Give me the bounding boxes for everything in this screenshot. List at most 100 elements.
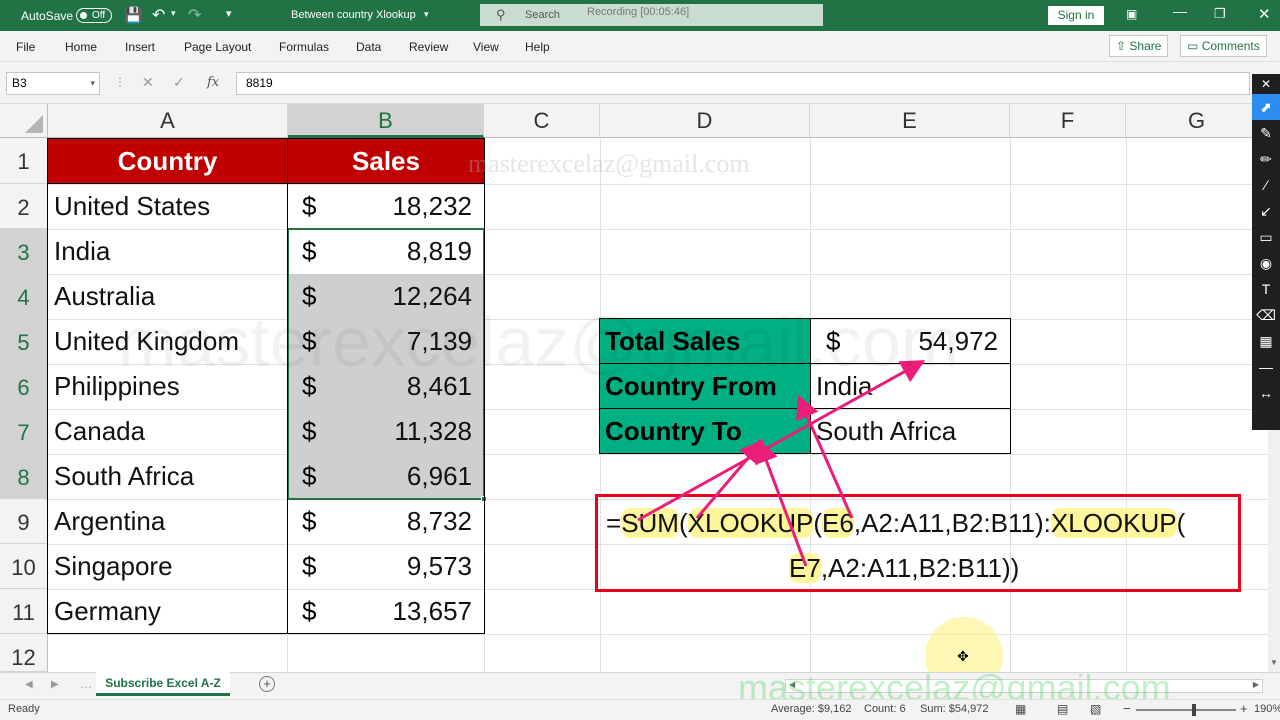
move-toolbar-icon[interactable]: ↔ bbox=[1252, 380, 1280, 406]
share-button[interactable]: ⇧ Share bbox=[1109, 35, 1169, 57]
sales-cell[interactable]: 18,232 bbox=[330, 184, 472, 229]
row-header-1[interactable]: 1 bbox=[0, 138, 48, 184]
row-header-10[interactable]: 10 bbox=[0, 544, 48, 589]
select-all-corner[interactable] bbox=[0, 104, 48, 138]
column-header-b[interactable]: B bbox=[288, 104, 484, 138]
toolbar-close-icon[interactable]: ✕ bbox=[1252, 74, 1280, 94]
row-header-3[interactable]: 3 bbox=[0, 229, 48, 274]
sales-cell[interactable]: 9,573 bbox=[330, 544, 472, 589]
country-cell[interactable]: India bbox=[54, 229, 110, 274]
pen-icon[interactable]: ✎ bbox=[1252, 120, 1280, 146]
search-box[interactable]: ⚲ Search Recording [00:05:46] bbox=[480, 4, 823, 26]
tab-data[interactable]: Data bbox=[356, 40, 381, 54]
autosave-toggle[interactable]: Off bbox=[76, 8, 112, 23]
status-average[interactable]: Average: $9,162 bbox=[771, 703, 852, 715]
highlighter-icon[interactable]: ✏ bbox=[1252, 146, 1280, 172]
column-header-d[interactable]: D bbox=[600, 104, 810, 138]
palette-icon[interactable]: ◉ bbox=[1252, 250, 1280, 276]
checker-icon[interactable]: ▦ bbox=[1252, 328, 1280, 354]
sales-cell[interactable]: 13,657 bbox=[330, 589, 472, 634]
column-header-c[interactable]: C bbox=[484, 104, 600, 138]
title-dropdown-icon[interactable]: ▾ bbox=[424, 9, 429, 20]
sheet-tab-active[interactable]: Subscribe Excel A-Z bbox=[96, 672, 230, 696]
sales-cell[interactable]: 8,732 bbox=[330, 499, 472, 544]
row-header-2[interactable]: 2 bbox=[0, 184, 48, 229]
name-box[interactable]: B3 ▾ bbox=[6, 72, 100, 95]
tab-home[interactable]: Home bbox=[65, 40, 97, 54]
sign-in-button[interactable]: Sign in bbox=[1048, 6, 1104, 25]
sheet-prev-icon[interactable]: ◀ bbox=[25, 679, 33, 690]
tab-review[interactable]: Review bbox=[409, 40, 448, 54]
country-cell[interactable]: Singapore bbox=[54, 544, 173, 589]
normal-view-icon[interactable]: ▦ bbox=[1015, 702, 1026, 716]
arrow-tool-icon[interactable]: ↙ bbox=[1252, 198, 1280, 224]
ribbon-display-icon[interactable]: ▣ bbox=[1126, 7, 1137, 21]
row-header-7[interactable]: 7 bbox=[0, 409, 48, 454]
scroll-right-icon[interactable]: ▶ bbox=[1253, 680, 1259, 689]
country-cell[interactable]: Canada bbox=[54, 409, 145, 454]
status-count[interactable]: Count: 6 bbox=[864, 703, 906, 715]
header-country[interactable]: Country bbox=[47, 138, 288, 184]
redo-icon[interactable]: ↷ bbox=[188, 5, 201, 25]
tab-page-layout[interactable]: Page Layout bbox=[184, 40, 251, 54]
restore-icon[interactable]: ❐ bbox=[1214, 6, 1226, 22]
sales-cell[interactable]: 6,961 bbox=[330, 454, 472, 499]
country-to-value[interactable]: South Africa bbox=[816, 409, 956, 454]
scroll-down-icon[interactable]: ▼ bbox=[1270, 658, 1278, 667]
customize-toolbar-icon[interactable]: ▾ bbox=[226, 7, 232, 20]
status-sum[interactable]: Sum: $54,972 bbox=[920, 703, 989, 715]
country-cell[interactable]: United States bbox=[54, 184, 210, 229]
country-cell[interactable]: Germany bbox=[54, 589, 161, 634]
page-layout-view-icon[interactable]: ▤ bbox=[1057, 702, 1068, 716]
column-header-f[interactable]: F bbox=[1010, 104, 1126, 138]
tab-insert[interactable]: Insert bbox=[125, 40, 155, 54]
undo-dropdown-icon[interactable]: ▾ bbox=[171, 8, 176, 19]
country-cell[interactable]: South Africa bbox=[54, 454, 194, 499]
row-header-12[interactable]: 12 bbox=[0, 634, 48, 672]
row-header-11[interactable]: 11 bbox=[0, 589, 48, 634]
close-icon[interactable]: ✕ bbox=[1258, 5, 1271, 23]
undo-icon[interactable]: ↶ bbox=[152, 5, 165, 25]
zoom-in-icon[interactable]: + bbox=[1240, 701, 1248, 716]
formula-input[interactable]: 8819 bbox=[236, 72, 1250, 95]
eraser-icon[interactable]: ⌫ bbox=[1252, 302, 1280, 328]
country-to-label[interactable]: Country To bbox=[599, 408, 811, 454]
save-icon[interactable]: 💾 bbox=[124, 6, 143, 24]
zoom-out-icon[interactable]: − bbox=[1123, 701, 1131, 716]
header-sales[interactable]: Sales bbox=[287, 138, 485, 184]
comments-button[interactable]: ▭ Comments bbox=[1180, 35, 1267, 57]
column-header-a[interactable]: A bbox=[48, 104, 288, 138]
tab-formulas[interactable]: Formulas bbox=[279, 40, 329, 54]
sheet-next-icon[interactable]: ▶ bbox=[51, 679, 59, 690]
cancel-icon[interactable]: ✕ bbox=[142, 74, 154, 91]
row-header-6[interactable]: 6 bbox=[0, 364, 48, 409]
row-header-5[interactable]: 5 bbox=[0, 319, 48, 364]
country-cell[interactable]: Argentina bbox=[54, 499, 165, 544]
line-icon[interactable]: ∕ bbox=[1252, 172, 1280, 198]
pointer-icon[interactable]: ⬈ bbox=[1252, 94, 1280, 120]
tab-view[interactable]: View bbox=[473, 40, 499, 54]
minus-icon[interactable]: — bbox=[1252, 354, 1280, 380]
sales-cell[interactable]: 8,819 bbox=[330, 229, 472, 274]
sheet-tab-overflow-icon[interactable]: … bbox=[80, 677, 92, 691]
tab-file[interactable]: File bbox=[16, 40, 35, 54]
row-header-4[interactable]: 4 bbox=[0, 274, 48, 319]
name-box-dropdown-icon[interactable]: ▾ bbox=[90, 73, 95, 94]
minimize-icon[interactable]: — bbox=[1173, 3, 1187, 19]
tab-help[interactable]: Help bbox=[525, 40, 550, 54]
rectangle-icon[interactable]: ▭ bbox=[1252, 224, 1280, 250]
column-header-e[interactable]: E bbox=[810, 104, 1010, 138]
row-header-8[interactable]: 8 bbox=[0, 454, 48, 499]
document-title[interactable]: Between country Xlookup bbox=[291, 9, 416, 21]
sales-cell[interactable]: 11,328 bbox=[330, 409, 472, 454]
add-sheet-icon[interactable]: + bbox=[259, 676, 275, 692]
zoom-slider-thumb[interactable] bbox=[1192, 704, 1196, 716]
text-icon[interactable]: T bbox=[1252, 276, 1280, 302]
enter-icon[interactable]: ✓ bbox=[173, 74, 185, 91]
row-header-9[interactable]: 9 bbox=[0, 499, 48, 544]
column-header-g[interactable]: G bbox=[1126, 104, 1268, 138]
zoom-level[interactable]: 190% bbox=[1254, 703, 1280, 715]
insert-function-button[interactable]: fx bbox=[207, 75, 219, 90]
zoom-slider[interactable] bbox=[1136, 704, 1236, 716]
page-break-view-icon[interactable]: ▧ bbox=[1090, 702, 1101, 716]
